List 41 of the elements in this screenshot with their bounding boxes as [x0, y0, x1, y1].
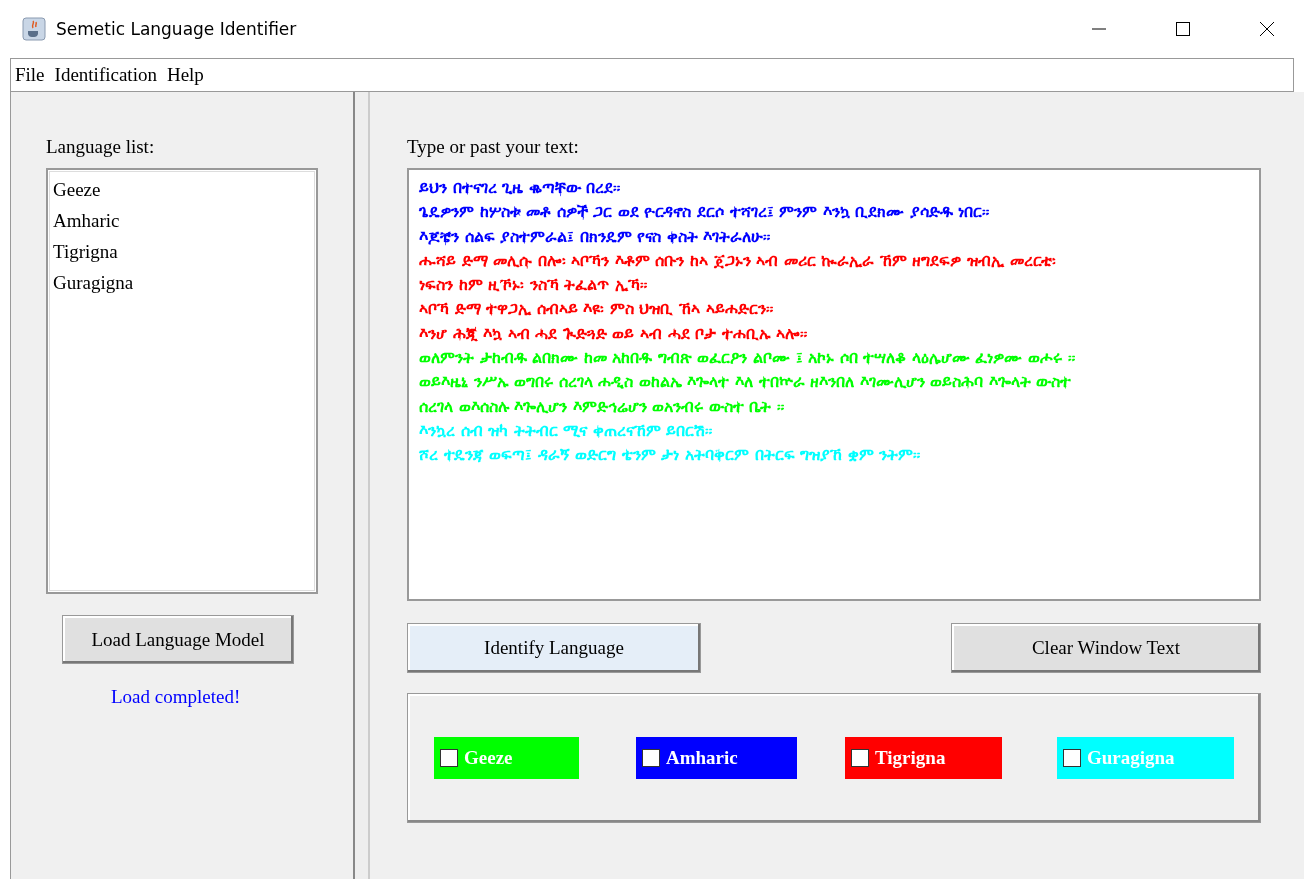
checkbox[interactable]: [642, 749, 660, 767]
menu-item[interactable]: Identification: [50, 64, 161, 86]
checkbox[interactable]: [851, 749, 869, 767]
text-line: ነፍስን ከም ዚኾኑ፡ ንስኻ ትፈልጥ ኢኻ።: [419, 274, 647, 297]
text-line: እንሆ ሕጂ እኳ ኣብ ሓደ ጒድጓድ ወይ ኣብ ሓደ ቦታ ተሐቢኡ ኣሎ።: [419, 322, 808, 345]
load-model-button[interactable]: Load Language Model: [62, 615, 294, 664]
text-label: Type or past your text:: [407, 136, 580, 158]
list-item[interactable]: Amharic: [53, 205, 311, 236]
window-title: Semetic Language Identifier: [56, 19, 297, 39]
identify-button[interactable]: Identify Language: [407, 623, 701, 673]
legend-label: Guragigna: [1087, 747, 1175, 769]
maximize-icon: [1175, 21, 1191, 37]
text-line: ወለምንት ታከብዱ ልበክሙ ከመ አከበዱ ግብጽ ወፈርዖን ልቦሙ ፤ አኮኑ ሶበ ተሣለቆ ላዕሌሆሙ ፈነዎሙ ወሖሩ ።: [419, 347, 1075, 370]
legend-label: Amharic: [666, 747, 738, 769]
language-list[interactable]: Geeze Amharic Tigrigna Guragigna: [46, 168, 318, 594]
text-line: ሰረገላ ወእሰስሉ እጐሊሆን እምድኅሬሆን ወአንብሩ ውስተ ቤት ።: [419, 395, 784, 418]
legend-label: Tigrigna: [875, 747, 946, 769]
list-label: Language list:: [46, 136, 155, 158]
minimize-icon: [1091, 28, 1107, 30]
text-area[interactable]: [407, 168, 1261, 601]
text-line: ኣቦኻ ድማ ተዋጋኢ ሰብኣይ እዩ፡ ምስ ህዝቢ ኸኣ ኣይሐድርን።: [419, 298, 773, 321]
splitter-handle[interactable]: [353, 92, 370, 879]
java-cup-icon: [22, 17, 46, 41]
list-item[interactable]: Geeze: [53, 174, 311, 205]
text-line: ጌዴዎንም ከሦስቱ መቶ ሰዎች ጋር ወደ ዮርዳኖስ ደርሶ ተሻገረ፤ ምንም እንኳ ቢደክሙ ያሳድዱ ነበር።: [419, 201, 990, 224]
text-line: እንኳረ ሰብ ዝካ ትትብር ሚና ቀጠረናኸም ይበርሽ።: [419, 419, 713, 442]
list-item[interactable]: Tigrigna: [53, 236, 311, 267]
checkbox[interactable]: [1063, 749, 1081, 767]
status-text: Load completed!: [111, 686, 241, 708]
text-line: ወይእዜኒ ንሥኡ ወግበሩ ሰረገላ ሐዲስ ወከልኤ እጐላተ እለ ተበኵራ ዘእንበለ እገሙሊሆን ወይስሕባ እጐላት ውስተ: [419, 371, 1072, 394]
text-line: ሾረ ተዴንጃ ወፍጣ፤ ዳራኝ ወድርግ ቴንም ታነ አትባቅርም በትርፍ ግዝያኸ ቋም ንትም።: [419, 444, 921, 467]
text-line: ሑሻይ ድማ መሊሱ በሎ፡ ኣቦኻን እቶም ሰቡን ከኣ ጀጋኑን ኣብ መሪር ኲራኢራ ኸም ዘግደፍዎ ዝብኢ መረርቲ፡: [419, 249, 1056, 272]
clear-button[interactable]: Clear Window Text: [951, 623, 1261, 673]
list-item[interactable]: Guragigna: [53, 267, 311, 298]
legend-label: Geeze: [464, 747, 513, 769]
checkbox[interactable]: [440, 749, 458, 767]
text-line: እጆቼን ሰልፍ ያስተምራል፤ በክንዴም የናስ ቀስት እገትራለሁ።: [419, 225, 771, 248]
menu-item[interactable]: Help: [162, 64, 208, 86]
text-line: ይህን በተናገረ ጊዜ ቈጣቸው በረደ።: [419, 177, 621, 199]
menu-item[interactable]: File: [11, 64, 49, 86]
close-icon: [1259, 21, 1275, 37]
